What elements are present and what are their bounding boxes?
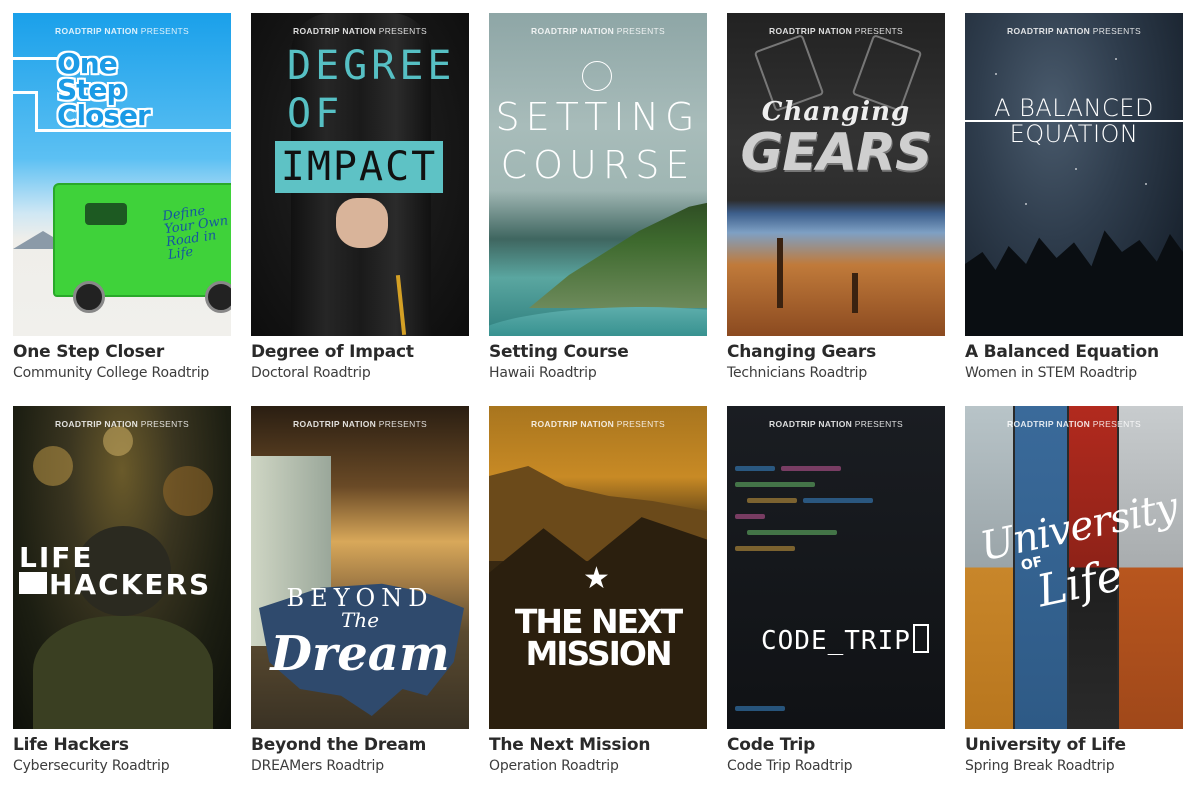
card-subtitle: Code Trip Roadtrip xyxy=(727,758,853,774)
bus-wheel xyxy=(205,281,231,313)
poster-presents: ROADTRIP NATION PRESENTS xyxy=(1007,419,1141,429)
star-icon: ★ xyxy=(583,562,610,595)
poster-life-hackers[interactable]: ROADTRIP NATION PRESENTS LIFE HACKERS xyxy=(13,406,231,729)
poster-title: One Step Closer xyxy=(57,47,151,132)
locker-shape xyxy=(1119,406,1183,729)
card-life-hackers[interactable]: ROADTRIP NATION PRESENTS LIFE HACKERS Li… xyxy=(13,406,231,775)
poster-presents: ROADTRIP NATION PRESENTS xyxy=(769,26,903,36)
card-university-of-life[interactable]: ROADTRIP NATION PRESENTS University OF L… xyxy=(965,406,1183,775)
card-title[interactable]: A Balanced Equation xyxy=(965,342,1183,362)
card-title[interactable]: Beyond the Dream xyxy=(251,735,469,755)
bird-icon xyxy=(582,61,612,91)
person-body xyxy=(33,616,213,729)
card-title[interactable]: Code Trip xyxy=(727,735,945,755)
poster-setting-course[interactable]: ROADTRIP NATION PRESENTS SETTING COURSE xyxy=(489,13,707,336)
poster-presents: ROADTRIP NATION PRESENTS xyxy=(769,419,903,429)
card-subtitle: Technicians Roadtrip xyxy=(727,365,868,381)
poster-line xyxy=(35,91,38,131)
poster-title: SETTING COURSE xyxy=(495,95,701,187)
poster-code-trip[interactable]: ROADTRIP NATION PRESENTS CODE_TRIP xyxy=(727,406,945,729)
green-bus: Define Your Own Road in Life xyxy=(53,183,231,297)
card-subtitle: DREAMers Roadtrip xyxy=(251,758,384,774)
card-subtitle: Women in STEM Roadtrip xyxy=(965,365,1137,381)
poster-the-next-mission[interactable]: ROADTRIP NATION PRESENTS ★ THE NEXT MISS… xyxy=(489,406,707,729)
poster-changing-gears[interactable]: ROADTRIP NATION PRESENTS Changing GEARS xyxy=(727,13,945,336)
card-setting-course[interactable]: ROADTRIP NATION PRESENTS SETTING COURSE … xyxy=(489,13,707,382)
poster-title-line: OF xyxy=(287,91,344,137)
poster-university-of-life[interactable]: ROADTRIP NATION PRESENTS University OF L… xyxy=(965,406,1183,729)
equation-bar xyxy=(965,120,1183,122)
poster-presents: ROADTRIP NATION PRESENTS xyxy=(293,26,427,36)
card-subtitle: Operation Roadtrip xyxy=(489,758,619,774)
card-beyond-the-dream[interactable]: ROADTRIP NATION PRESENTS BEYOND The Drea… xyxy=(251,406,469,775)
poster-presents: ROADTRIP NATION PRESENTS xyxy=(531,26,665,36)
poster-presents: ROADTRIP NATION PRESENTS xyxy=(531,419,665,429)
card-subtitle: Cybersecurity Roadtrip xyxy=(13,758,170,774)
poster-a-balanced-equation[interactable]: ROADTRIP NATION PRESENTS A BALANCED EQUA… xyxy=(965,13,1183,336)
card-subtitle: Doctoral Roadtrip xyxy=(251,365,371,381)
poster-presents: ROADTRIP NATION PRESENTS xyxy=(55,419,189,429)
card-the-next-mission[interactable]: ROADTRIP NATION PRESENTS ★ THE NEXT MISS… xyxy=(489,406,707,775)
card-one-step-closer[interactable]: ROADTRIP NATION PRESENTS One Step Closer… xyxy=(13,13,231,382)
roadtrip-grid: ROADTRIP NATION PRESENTS One Step Closer… xyxy=(0,0,1199,787)
card-subtitle: Hawaii Roadtrip xyxy=(489,365,597,381)
card-title[interactable]: Setting Course xyxy=(489,342,707,362)
card-title[interactable]: Changing Gears xyxy=(727,342,945,362)
poster-title: CODE_TRIP xyxy=(761,624,929,656)
poster-presents: ROADTRIP NATION PRESENTS xyxy=(55,26,189,36)
card-code-trip[interactable]: ROADTRIP NATION PRESENTS CODE_TRIP Code … xyxy=(727,406,945,775)
poster-title-line: GEARS xyxy=(740,123,933,183)
joshua-tree xyxy=(777,238,783,308)
card-title[interactable]: Life Hackers xyxy=(13,735,231,755)
card-title[interactable]: The Next Mission xyxy=(489,735,707,755)
poster-title-line: IMPACT xyxy=(275,141,443,193)
poster-presents: ROADTRIP NATION PRESENTS xyxy=(1007,26,1141,36)
bus-tagline: Define Your Own Road in Life xyxy=(161,203,230,263)
card-subtitle: Spring Break Roadtrip xyxy=(965,758,1115,774)
card-title[interactable]: University of Life xyxy=(965,735,1183,755)
bus-wheel xyxy=(73,281,105,313)
card-degree-of-impact[interactable]: ROADTRIP NATION PRESENTS DEGREE OF IMPAC… xyxy=(251,13,469,382)
cursor-icon xyxy=(912,624,929,653)
joshua-tree xyxy=(852,273,858,313)
poster-title-line: DEGREE xyxy=(287,43,456,89)
poster-title-line: HACKERS xyxy=(49,568,212,601)
card-title[interactable]: One Step Closer xyxy=(13,342,231,362)
card-subtitle: Community College Roadtrip xyxy=(13,365,210,381)
poster-degree-of-impact[interactable]: ROADTRIP NATION PRESENTS DEGREE OF IMPAC… xyxy=(251,13,469,336)
poster-line xyxy=(13,91,35,94)
poster-title: THE NEXT MISSION xyxy=(514,602,683,673)
card-changing-gears[interactable]: ROADTRIP NATION PRESENTS Changing GEARS … xyxy=(727,13,945,382)
cliff-shape xyxy=(529,198,707,308)
hands-shape xyxy=(336,198,388,248)
card-title[interactable]: Degree of Impact xyxy=(251,342,469,362)
card-a-balanced-equation[interactable]: ROADTRIP NATION PRESENTS A BALANCED EQUA… xyxy=(965,13,1183,382)
poster-line xyxy=(13,57,57,60)
treeline-shape xyxy=(965,230,1183,336)
poster-beyond-the-dream[interactable]: ROADTRIP NATION PRESENTS BEYOND The Drea… xyxy=(251,406,469,729)
poster-one-step-closer[interactable]: ROADTRIP NATION PRESENTS One Step Closer… xyxy=(13,13,231,336)
poster-title-line: Dream xyxy=(270,626,450,682)
poster-block xyxy=(19,572,47,594)
poster-presents: ROADTRIP NATION PRESENTS xyxy=(293,419,427,429)
